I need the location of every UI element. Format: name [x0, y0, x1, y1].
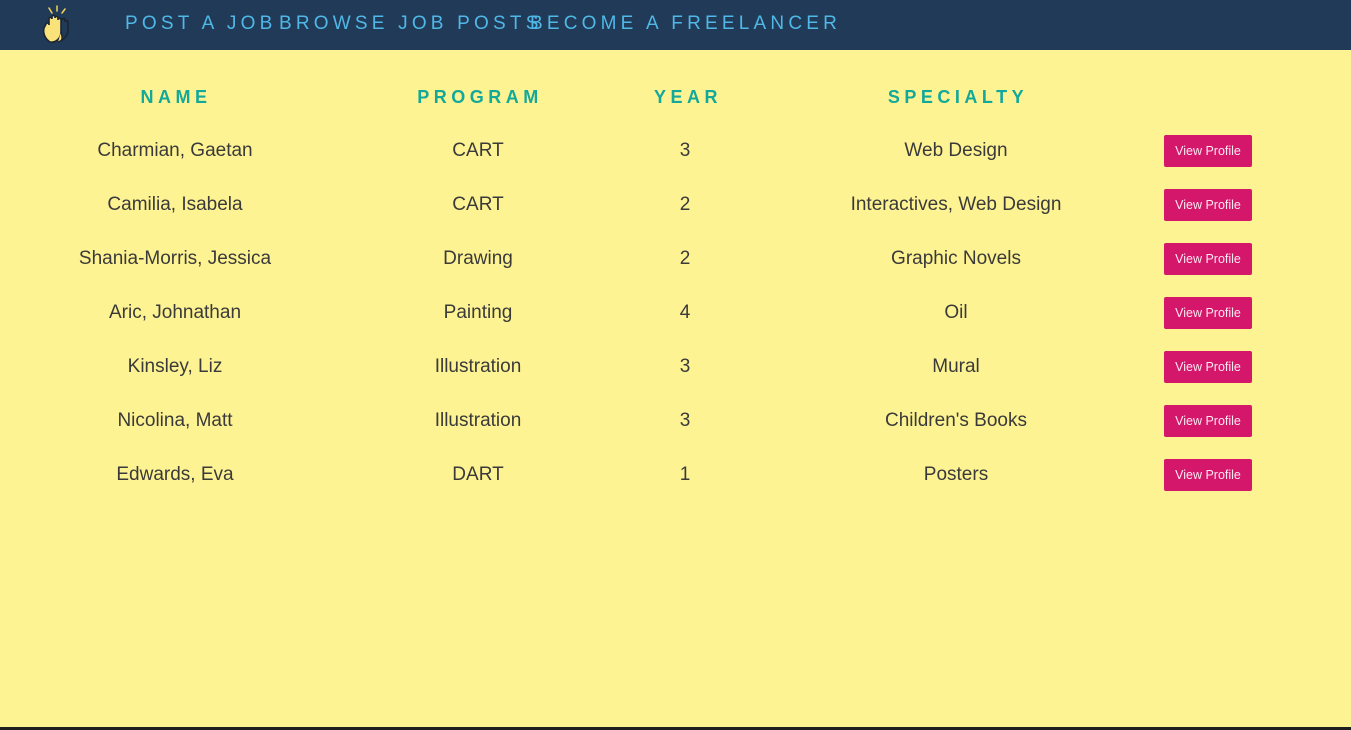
- cell-specialty: Children's Books: [885, 410, 1027, 431]
- view-profile-button[interactable]: View Profile: [1164, 243, 1252, 275]
- cell-program: Illustration: [434, 410, 522, 431]
- cell-specialty: Web Design: [904, 140, 1008, 161]
- view-profile-button[interactable]: View Profile: [1164, 351, 1252, 383]
- table-row: Shania-Morris, Jessica Drawing 2 Graphic…: [0, 234, 1351, 288]
- table-row: Charmian, Gaetan CART 3 Web Design View …: [0, 126, 1351, 180]
- view-profile-button[interactable]: View Profile: [1164, 459, 1252, 491]
- cell-name: Camilia, Isabela: [107, 194, 243, 215]
- cell-specialty: Interactives, Web Design: [850, 194, 1062, 215]
- view-profile-button[interactable]: View Profile: [1164, 135, 1252, 167]
- cell-name: Shania-Morris, Jessica: [78, 248, 272, 269]
- view-profile-button[interactable]: View Profile: [1164, 189, 1252, 221]
- cell-year: 1: [679, 464, 691, 485]
- top-navbar: POST A JOB BROWSE JOB POSTS BECOME A FRE…: [0, 0, 1351, 50]
- cell-year: 3: [679, 410, 691, 431]
- cell-year: 3: [679, 140, 691, 161]
- table-row: Edwards, Eva DART 1 Posters View Profile: [0, 450, 1351, 504]
- cell-specialty: Mural: [932, 356, 980, 377]
- table-row: Camilia, Isabela CART 2 Interactives, We…: [0, 180, 1351, 234]
- cell-program: CART: [452, 140, 504, 161]
- waving-hands-icon[interactable]: [36, 4, 76, 46]
- column-header-name: NAME: [140, 87, 212, 107]
- nav-post-a-job[interactable]: POST A JOB: [125, 13, 276, 35]
- cell-name: Edwards, Eva: [116, 464, 234, 485]
- cell-specialty: Posters: [923, 464, 989, 485]
- cell-year: 2: [679, 248, 691, 269]
- table-row: Aric, Johnathan Painting 4 Oil View Prof…: [0, 288, 1351, 342]
- table-row: Nicolina, Matt Illustration 3 Children's…: [0, 396, 1351, 450]
- cell-program: Drawing: [443, 248, 513, 269]
- cell-name: Nicolina, Matt: [117, 410, 233, 431]
- cell-name: Kinsley, Liz: [127, 356, 223, 377]
- cell-name: Aric, Johnathan: [108, 302, 242, 323]
- cell-year: 3: [679, 356, 691, 377]
- cell-program: Painting: [443, 302, 513, 323]
- cell-name: Charmian, Gaetan: [97, 140, 253, 161]
- cell-program: Illustration: [434, 356, 522, 377]
- column-header-program: PROGRAM: [417, 87, 543, 107]
- cell-year: 2: [679, 194, 691, 215]
- view-profile-button[interactable]: View Profile: [1164, 405, 1252, 437]
- cell-specialty: Oil: [944, 302, 968, 323]
- view-profile-button[interactable]: View Profile: [1164, 297, 1252, 329]
- nav-browse-job-posts[interactable]: BROWSE JOB POSTS: [279, 13, 543, 35]
- nav-become-a-freelancer[interactable]: BECOME A FREELANCER: [530, 13, 841, 35]
- column-header-year: YEAR: [653, 87, 723, 107]
- table-row: Kinsley, Liz Illustration 3 Mural View P…: [0, 342, 1351, 396]
- cell-program: CART: [452, 194, 504, 215]
- cell-specialty: Graphic Novels: [891, 248, 1021, 269]
- cell-program: DART: [452, 464, 504, 485]
- cell-year: 4: [679, 302, 691, 323]
- column-header-specialty: SPECIALTY: [887, 87, 1029, 107]
